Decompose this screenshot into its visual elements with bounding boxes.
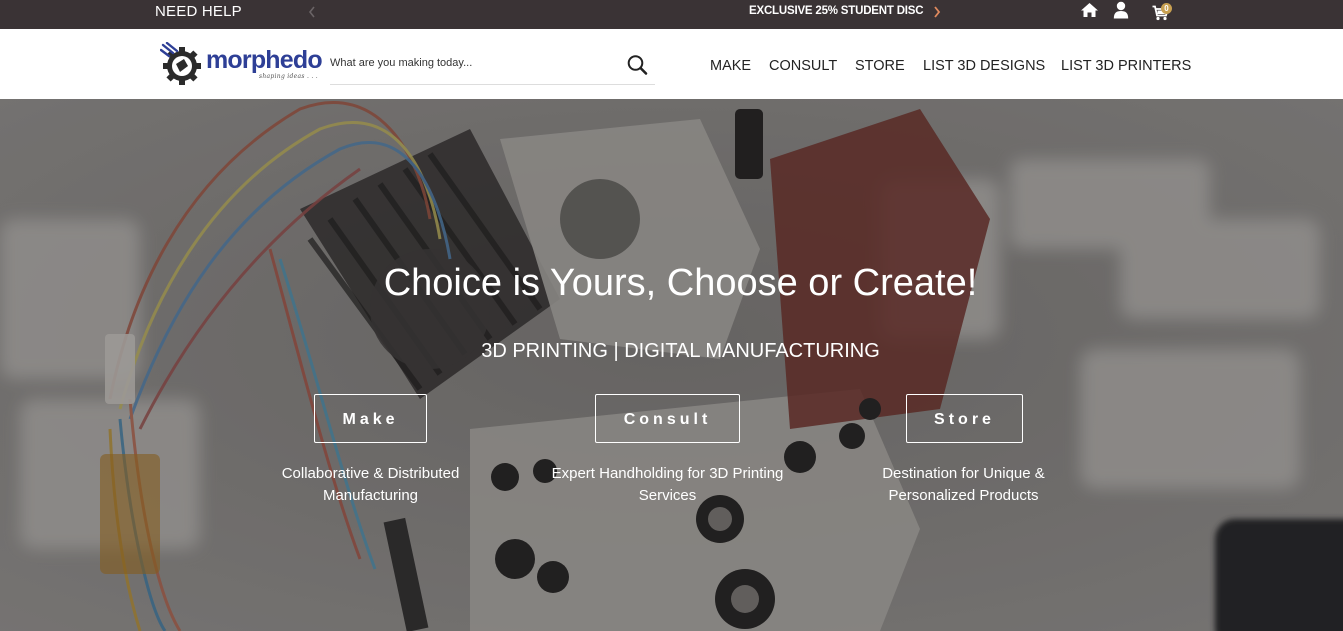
hero-background-image — [0, 99, 1343, 631]
store-description: Destination for Unique & Personalized Pr… — [866, 463, 1061, 507]
search-icon[interactable] — [627, 54, 649, 76]
make-description-line-2: Manufacturing — [322, 487, 419, 504]
logo-wordmark: morphedo — [206, 46, 323, 74]
cart-count-badge: 0 — [1161, 3, 1172, 14]
nav-consult[interactable]: CONSULT — [769, 58, 837, 74]
chevron-left-icon[interactable] — [306, 4, 318, 20]
consult-description-line-1: Expert Handholding for 3D Printing — [551, 465, 784, 482]
promo-banner-text[interactable]: EXCLUSIVE 25% STUDENT DISC — [749, 4, 924, 18]
nav-list-3d-designs[interactable]: LIST 3D DESIGNS — [923, 58, 1045, 74]
store-description-line-2: Personalized Products — [888, 487, 1039, 504]
need-help-link[interactable]: NEED HELP — [155, 3, 242, 20]
hero-title: Choice is Yours, Choose or Create! — [383, 262, 978, 304]
user-icon[interactable] — [1113, 1, 1129, 19]
logo-gear-icon — [160, 42, 201, 85]
hero-subtitle: 3D PRINTING | DIGITAL MANUFACTURING — [481, 340, 880, 362]
site-logo[interactable]: morphedo shaping ideas . . . — [160, 41, 323, 87]
nav-make[interactable]: MAKE — [710, 58, 751, 74]
hero-section: Choice is Yours, Choose or Create! 3D PR… — [0, 99, 1343, 631]
consult-description-line-2: Services — [638, 487, 697, 504]
nav-store[interactable]: STORE — [855, 58, 905, 74]
logo-tagline: shaping ideas . . . — [259, 73, 319, 80]
main-header: morphedo shaping ideas . . . MAKE CONSUL… — [0, 29, 1343, 99]
nav-list-3d-printers[interactable]: LIST 3D PRINTERS — [1061, 58, 1191, 74]
make-description-line-1: Collaborative & Distributed — [281, 465, 460, 482]
search-bar — [330, 49, 655, 85]
cart-button[interactable]: 0 — [1152, 2, 1176, 22]
make-description: Collaborative & Distributed Manufacturin… — [270, 463, 471, 507]
top-bar: NEED HELP EXCLUSIVE 25% STUDENT DISC 0 — [0, 0, 1343, 29]
make-button[interactable]: Make — [314, 394, 427, 443]
chevron-right-icon[interactable] — [931, 4, 943, 20]
consult-button[interactable]: Consult — [595, 394, 740, 443]
search-input[interactable] — [330, 55, 615, 71]
consult-description: Expert Handholding for 3D Printing Servi… — [540, 463, 795, 507]
home-icon[interactable] — [1080, 2, 1099, 18]
store-description-line-1: Destination for Unique & — [882, 465, 1045, 482]
store-button[interactable]: Store — [906, 394, 1023, 443]
